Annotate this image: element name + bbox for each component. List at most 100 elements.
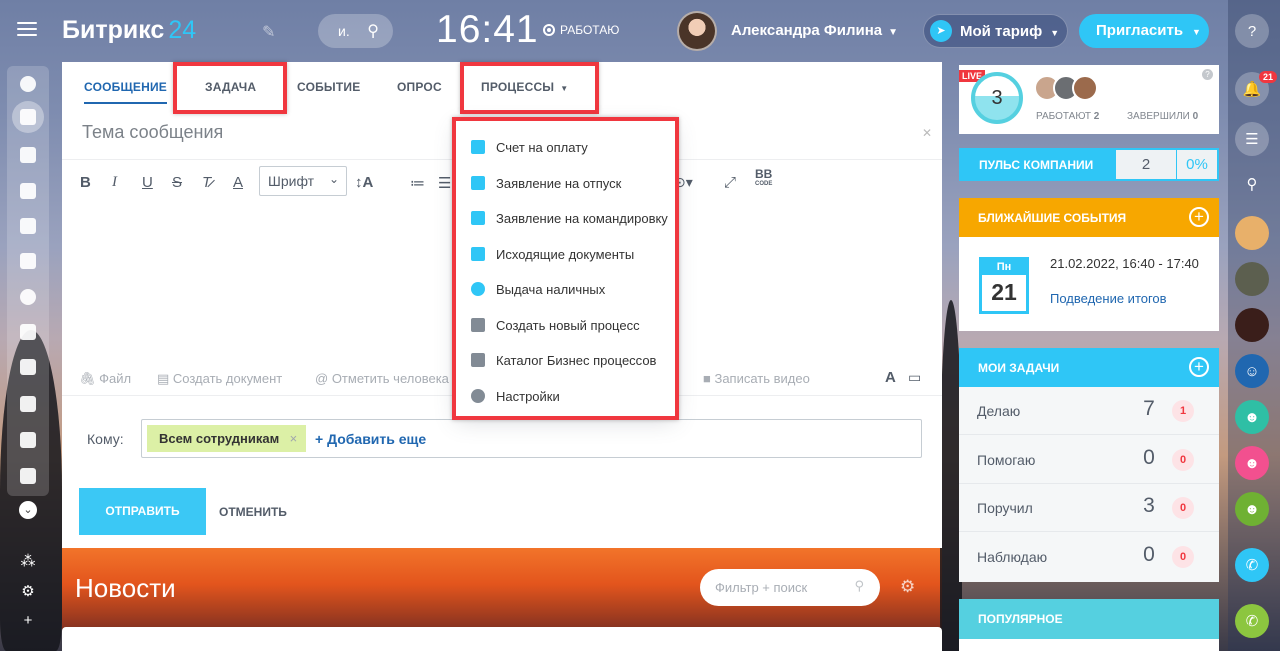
bullet-list-icon[interactable]: ☰	[438, 174, 451, 192]
add-event-plus-icon[interactable]: +	[1189, 207, 1209, 227]
task-row-doing[interactable]: Делаю 7 1	[959, 387, 1219, 435]
company-pulse-widget[interactable]: ПУЛЬС КОМПАНИИ 2 0%	[959, 148, 1219, 181]
add-recipient-link[interactable]: + Добавить еще	[315, 431, 426, 447]
close-icon[interactable]: ✕	[922, 126, 932, 140]
sidebar-item-sites[interactable]	[7, 314, 49, 350]
task-row-watching[interactable]: Наблюдаю 0 0	[959, 533, 1219, 581]
tab-task[interactable]: ЗАДАЧА	[205, 80, 256, 94]
sidebar-item-stream[interactable]	[7, 349, 49, 385]
sidebar-item-store[interactable]	[7, 422, 49, 458]
menu-item-invoice[interactable]: Счет на оплату	[456, 130, 675, 164]
help-icon[interactable]: ?	[1202, 69, 1213, 80]
panel-toggle-icon[interactable]: ▭	[908, 369, 921, 386]
phone-icon[interactable]: ✆	[1235, 604, 1269, 638]
sitemap-icon[interactable]: ⁂	[7, 552, 49, 580]
group-chat-icon[interactable]: ☻	[1235, 400, 1269, 434]
user-menu[interactable]: Александра Филина ▼	[731, 22, 898, 39]
sidebar-item-contacts[interactable]	[7, 386, 49, 422]
sidebar-item-calendar[interactable]	[7, 137, 49, 173]
fullscreen-icon[interactable]: ⤢	[724, 174, 736, 191]
font-select-value: Шрифт	[268, 173, 315, 189]
attach-file-button[interactable]: 🖇 Файл	[79, 371, 131, 387]
edit-pencil-icon[interactable]: ✎	[262, 22, 275, 42]
font-family-select[interactable]: Шрифт ⌄	[259, 166, 347, 196]
sidebar-item-chat[interactable]	[7, 173, 49, 209]
bold-icon[interactable]: B	[80, 174, 91, 191]
cancel-button[interactable]: ОТМЕНИТЬ	[219, 505, 287, 519]
text-color-icon[interactable]: A	[233, 174, 243, 191]
live-count-circle: 3	[971, 72, 1023, 124]
task-row-assigned[interactable]: Поручил 3 0	[959, 484, 1219, 532]
menu-item-cash[interactable]: Выдача наличных	[456, 272, 675, 306]
mention-button[interactable]: @ Отметить человека	[315, 371, 449, 386]
news-settings-gear-icon[interactable]: ⚙	[900, 577, 915, 597]
messages-icon[interactable]: ☰	[1235, 122, 1269, 156]
task-badge: 0	[1172, 546, 1194, 568]
tab-message[interactable]: СООБЩЕНИЕ	[84, 80, 167, 104]
search-input[interactable]: и. ⚲	[318, 14, 393, 48]
menu-item-new-process[interactable]: Создать новый процесс	[456, 308, 675, 342]
strikethrough-icon[interactable]: S	[172, 174, 182, 191]
menu-item-vacation[interactable]: Заявление на отпуск	[456, 166, 675, 200]
tab-poll[interactable]: ОПРОС	[397, 80, 442, 94]
text-format-icon[interactable]: A	[885, 369, 896, 386]
event-link[interactable]: Подведение итогов	[1050, 291, 1167, 306]
menu-item-catalog[interactable]: Каталог Бизнес процессов	[456, 343, 675, 377]
sidebar-item-employees[interactable]	[7, 279, 49, 315]
settings-icon[interactable]: ⚙	[7, 582, 49, 610]
record-video-button[interactable]: ■ Записать видео	[703, 371, 810, 386]
my-tariff-button[interactable]: ➤ Мой тариф ▼	[923, 14, 1068, 48]
menu-item-outgoing-docs[interactable]: Исходящие документы	[456, 237, 675, 271]
add-task-plus-icon[interactable]: +	[1189, 357, 1209, 377]
user-avatar[interactable]	[677, 11, 717, 51]
avatar[interactable]	[1235, 308, 1269, 342]
sidebar-item-drive[interactable]	[7, 243, 49, 279]
logo[interactable]: Битрикс 24	[62, 16, 196, 45]
avatar[interactable]	[1235, 216, 1269, 250]
create-document-button[interactable]: ▤ Создать документ	[157, 371, 282, 387]
search-icon[interactable]: ⚲	[1235, 167, 1269, 201]
tab-event[interactable]: СОБЫТИЕ	[297, 80, 360, 94]
sidebar-item-docs[interactable]	[7, 208, 49, 244]
sidebar-item-feed[interactable]	[7, 99, 49, 135]
task-label: Наблюдаю	[977, 549, 1048, 565]
help-icon[interactable]: ?	[1235, 14, 1269, 48]
live-done-count: 0	[1192, 111, 1199, 122]
add-icon[interactable]: +	[7, 612, 49, 640]
invite-button[interactable]: Пригласить ▼	[1079, 14, 1209, 48]
search-icon: ⚲	[367, 23, 379, 40]
outgoing-docs-icon	[471, 247, 485, 261]
italic-icon[interactable]: I	[112, 174, 117, 191]
numbered-list-icon[interactable]: ≔	[410, 174, 425, 192]
sidebar-more-button[interactable]: ⌄	[7, 500, 49, 528]
more-options-icon[interactable]: ⊙▾	[674, 174, 693, 191]
menu-item-business-trip[interactable]: Заявление на командировку	[456, 201, 675, 235]
menu-item-settings[interactable]: Настройки	[456, 379, 675, 413]
clear-format-icon[interactable]: T̷	[202, 174, 211, 191]
open-channel-icon[interactable]: ✆	[1235, 548, 1269, 582]
invite-label: Пригласить	[1096, 22, 1184, 39]
font-size-icon[interactable]: ↕A	[355, 174, 373, 191]
task-row-helping[interactable]: Помогаю 0 0	[959, 436, 1219, 484]
recipient-chip[interactable]: Всем сотрудникам ×	[147, 425, 307, 452]
user-name-label: Александра Филина	[731, 22, 883, 39]
menu-hamburger-icon[interactable]	[14, 18, 40, 44]
sidebar-item-collab[interactable]	[7, 66, 49, 102]
remove-recipient-icon[interactable]: ×	[290, 431, 298, 446]
avatar[interactable]	[1072, 75, 1098, 101]
recipients-field[interactable]: Всем сотрудникам × + Добавить еще	[141, 419, 922, 458]
group-chat-icon[interactable]: ☻	[1235, 446, 1269, 480]
avatar[interactable]	[1235, 262, 1269, 296]
live-widget[interactable]: LIVE 3 РАБОТАЮТ 2 ЗАВЕРШИЛИ 0 ?	[959, 65, 1219, 134]
work-status-button[interactable]: РАБОТАЮ	[543, 23, 619, 37]
news-filter-input[interactable]: Фильтр + поиск ⚲	[700, 569, 880, 606]
chat-group-icon[interactable]: ☺	[1235, 354, 1269, 388]
window-icon	[20, 324, 36, 340]
sidebar-item-marketplace[interactable]	[7, 458, 49, 494]
subject-input[interactable]: Тема сообщения	[82, 122, 223, 143]
group-chat-icon[interactable]: ☻	[1235, 492, 1269, 526]
underline-icon[interactable]: U	[142, 174, 153, 191]
send-button[interactable]: ОТПРАВИТЬ	[79, 488, 206, 535]
bbcode-icon[interactable]: BB CODE	[755, 168, 772, 189]
tab-processes[interactable]: ПРОЦЕССЫ ▼	[481, 80, 568, 94]
